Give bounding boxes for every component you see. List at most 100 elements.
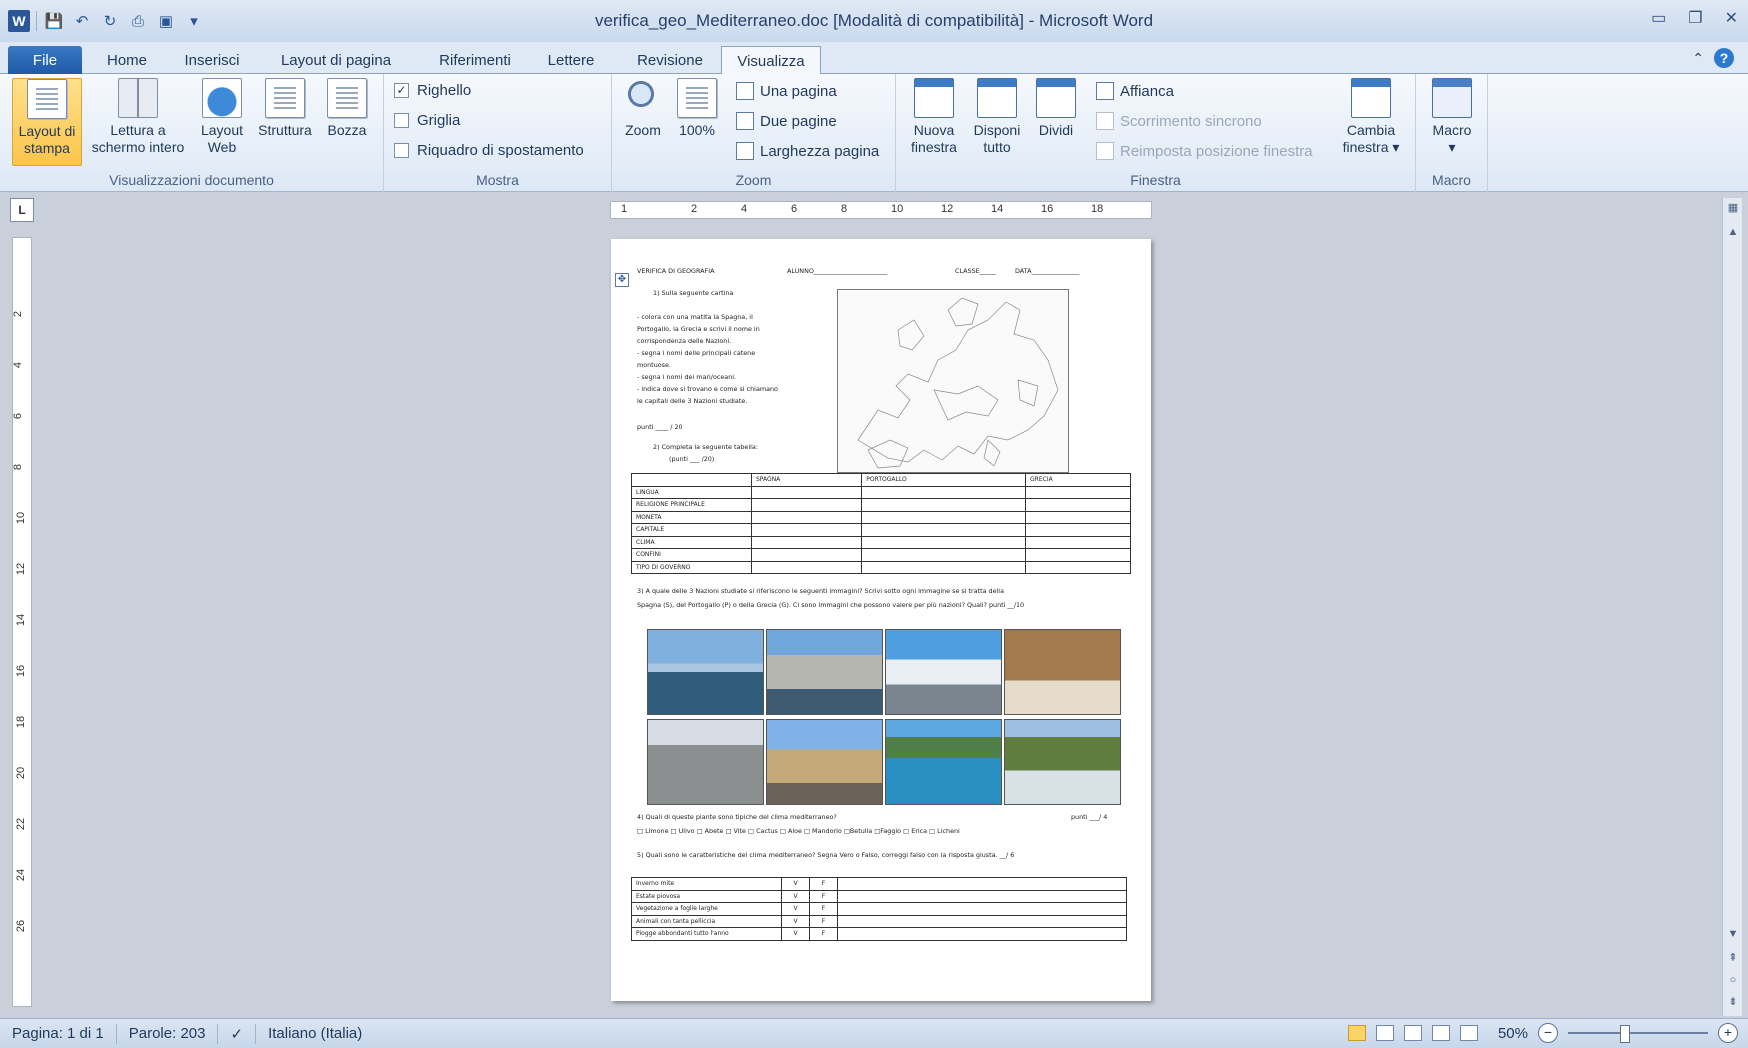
table-empty-cell[interactable] <box>861 510 1027 524</box>
proofing-icon[interactable]: ✓ <box>218 1023 257 1044</box>
table-empty-cell[interactable] <box>750 485 863 499</box>
scroll-down-icon[interactable]: ▼ <box>1723 924 1743 944</box>
arrange-all-button[interactable]: Disponi tutto <box>966 78 1028 156</box>
switch-windows-button[interactable]: Cambia finestra ▾ <box>1334 78 1408 156</box>
word-app-icon[interactable]: W <box>8 10 30 32</box>
table-empty-cell[interactable] <box>861 485 1027 499</box>
tab-page-layout[interactable]: Layout di pagina <box>266 46 406 74</box>
table-empty-cell[interactable] <box>861 560 1027 574</box>
horizontal-ruler[interactable]: 1 2 4 6 8 10 12 14 16 18 <box>610 201 1152 219</box>
print-icon[interactable]: ⎙ <box>127 10 149 32</box>
tab-references[interactable]: Riferimenti <box>420 46 530 74</box>
ruler-tick-label: 18 <box>15 715 28 729</box>
table-empty-cell[interactable] <box>1025 485 1131 499</box>
view-side-by-side-button[interactable]: Affianca <box>1096 82 1174 100</box>
restore-icon[interactable]: ❐ <box>1688 8 1702 28</box>
two-pages-icon <box>736 112 754 130</box>
print-layout-view-icon[interactable] <box>1347 1025 1366 1041</box>
navigation-pane-checkbox[interactable]: Riquadro di spostamento <box>394 142 584 159</box>
correction-cell[interactable] <box>837 889 1127 903</box>
outline-view-icon[interactable] <box>1431 1025 1450 1041</box>
macro-button[interactable]: Macro ▾ <box>1424 78 1480 156</box>
undo-icon[interactable]: ↶ <box>71 10 93 32</box>
word-count[interactable]: Parole: 203 <box>117 1023 219 1044</box>
photo-parthenon <box>766 719 883 805</box>
view-ruler-icon[interactable]: ▦ <box>1723 198 1743 218</box>
tab-file[interactable]: File <box>8 46 82 74</box>
ruler-checkbox[interactable]: ✓ Righello <box>394 82 471 99</box>
table-empty-cell[interactable] <box>1025 498 1131 512</box>
table-empty-cell[interactable] <box>861 548 1027 562</box>
web-layout-button[interactable]: Layout Web <box>194 78 250 156</box>
vertical-scrollbar[interactable]: ▦ ▲ ▼ ⇞ ○ ⇟ <box>1722 198 1742 1016</box>
next-page-icon[interactable]: ⇟ <box>1723 992 1743 1012</box>
outline-button[interactable]: Struttura <box>252 78 318 139</box>
table-empty-cell[interactable] <box>750 535 863 549</box>
table-empty-cell[interactable] <box>1025 560 1131 574</box>
draft-button[interactable]: Bozza <box>322 78 372 139</box>
minimize-ribbon-icon[interactable]: ⌃ <box>1692 50 1704 67</box>
table-empty-cell[interactable] <box>750 560 863 574</box>
synchronous-scrolling-button[interactable]: Scorrimento sincrono <box>1096 112 1262 130</box>
draft-view-icon[interactable] <box>1459 1025 1478 1041</box>
tab-insert[interactable]: Inserisci <box>172 46 252 74</box>
table-empty-cell[interactable] <box>861 523 1027 537</box>
zoom-out-icon[interactable]: − <box>1538 1023 1558 1043</box>
zoom-100-button[interactable]: 100% <box>672 78 722 139</box>
table-empty-cell[interactable] <box>861 535 1027 549</box>
two-pages-button[interactable]: Due pagine <box>736 112 837 130</box>
zoom-slider[interactable] <box>1568 1025 1708 1043</box>
previous-page-icon[interactable]: ⇞ <box>1723 948 1743 968</box>
full-screen-reading-button[interactable]: Lettura a schermo intero <box>86 78 190 156</box>
correction-cell[interactable] <box>837 927 1127 941</box>
scroll-up-icon[interactable]: ▲ <box>1723 222 1743 242</box>
navigation-pane-check-box[interactable] <box>394 143 409 158</box>
split-button[interactable]: Dividi <box>1030 78 1082 139</box>
tab-mailings[interactable]: Lettere <box>536 46 606 74</box>
zoom-button[interactable]: Zoom <box>618 78 668 139</box>
tab-review[interactable]: Revisione <box>620 46 720 74</box>
tab-selector[interactable]: L <box>10 198 34 222</box>
tab-home[interactable]: Home <box>92 46 162 74</box>
gridlines-checkbox[interactable]: Griglia <box>394 112 460 129</box>
redo-icon[interactable]: ↻ <box>99 10 121 32</box>
help-icon[interactable]: ? <box>1714 48 1734 68</box>
table-empty-cell[interactable] <box>750 510 863 524</box>
table-empty-cell[interactable] <box>861 498 1027 512</box>
table-move-handle-icon[interactable]: ✥ <box>615 273 629 287</box>
open-folder-icon[interactable]: ▣ <box>155 10 177 32</box>
customize-qat-icon[interactable]: ▾ <box>183 10 205 32</box>
vertical-ruler[interactable]: 2 4 6 8 10 12 14 16 18 20 22 24 26 <box>12 237 32 1007</box>
ruler-tick-label: 2 <box>691 203 698 215</box>
table-empty-cell[interactable] <box>750 523 863 537</box>
page-count[interactable]: Pagina: 1 di 1 <box>0 1023 117 1044</box>
page-width-button[interactable]: Larghezza pagina <box>736 142 879 160</box>
browse-object-icon[interactable]: ○ <box>1723 970 1743 990</box>
correction-cell[interactable] <box>837 877 1127 891</box>
new-window-button[interactable]: Nuova finestra <box>904 78 964 156</box>
gridlines-check-box[interactable] <box>394 113 409 128</box>
minimize-icon[interactable]: ▭ <box>1651 8 1666 28</box>
ruler-check-box[interactable]: ✓ <box>394 83 409 98</box>
table-empty-cell[interactable] <box>750 548 863 562</box>
one-page-button[interactable]: Una pagina <box>736 82 837 100</box>
doc-header: VERIFICA DI GEOGRAFIA <box>637 267 715 275</box>
correction-cell[interactable] <box>837 914 1127 928</box>
print-layout-button[interactable]: Layout di stampa <box>12 78 82 166</box>
table-empty-cell[interactable] <box>750 498 863 512</box>
zoom-in-icon[interactable]: + <box>1718 1023 1738 1043</box>
table-empty-cell[interactable] <box>1025 535 1131 549</box>
tab-view[interactable]: Visualizza <box>721 46 821 75</box>
correction-cell[interactable] <box>837 902 1127 916</box>
web-layout-view-icon[interactable] <box>1403 1025 1422 1041</box>
reset-window-position-button[interactable]: Reimposta posizione finestra <box>1096 142 1313 160</box>
language[interactable]: Italiano (Italia) <box>256 1024 374 1044</box>
table-empty-cell[interactable] <box>1025 548 1131 562</box>
save-icon[interactable]: 💾 <box>43 10 65 32</box>
zoom-level[interactable]: 50% <box>1498 1025 1528 1042</box>
full-screen-view-icon[interactable] <box>1375 1025 1394 1041</box>
table-empty-cell[interactable] <box>1025 510 1131 524</box>
document-page[interactable]: ✥ VERIFICA DI GEOGRAFIA ALUNNO__________… <box>611 239 1151 1001</box>
table-empty-cell[interactable] <box>1025 523 1131 537</box>
close-icon[interactable]: ✕ <box>1725 8 1738 28</box>
